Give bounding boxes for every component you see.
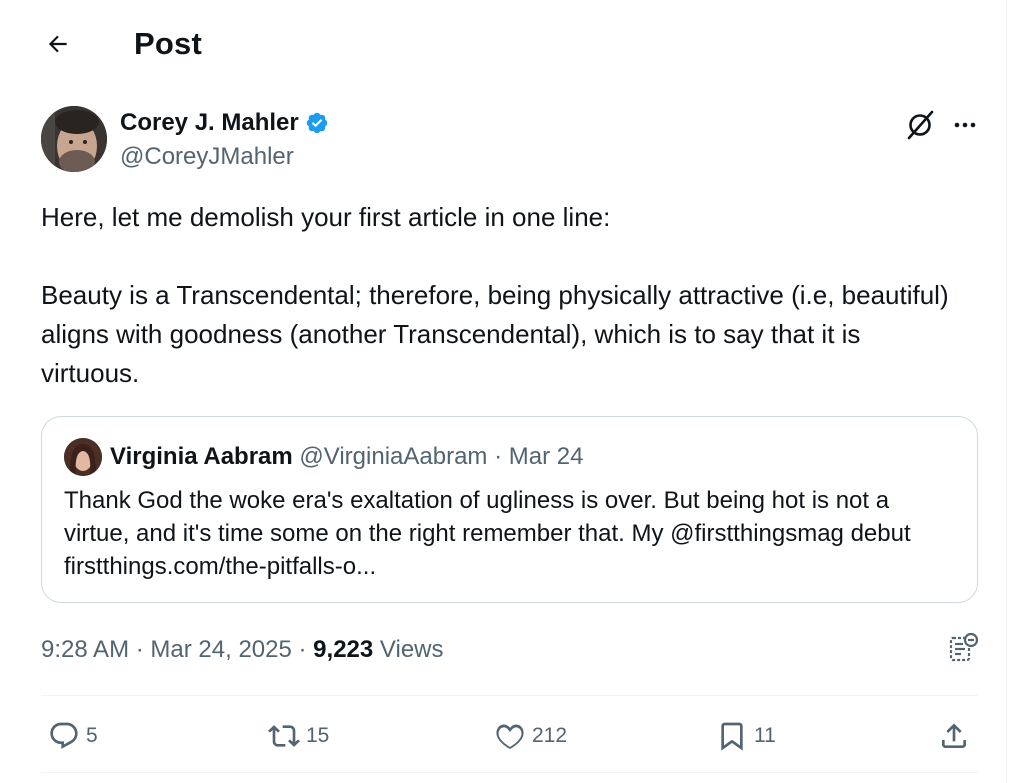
post-date[interactable]: Mar 24, 2025 [150, 636, 291, 663]
quote-author-name[interactable]: Virginia Aabram [110, 443, 293, 470]
back-button[interactable] [38, 24, 78, 64]
views-label: Views [379, 636, 444, 663]
like-count: 212 [532, 724, 568, 747]
reply-count: 5 [86, 724, 98, 747]
meta-separator: · [135, 636, 144, 663]
grok-icon [907, 110, 934, 140]
repost-button[interactable]: 15 [268, 716, 329, 756]
repost-count: 15 [306, 724, 330, 747]
avatar-image [41, 106, 107, 172]
post-time[interactable]: 9:28 AM [41, 636, 129, 663]
analytics-icon [949, 632, 979, 662]
divider [41, 695, 978, 696]
quote-author-handle[interactable]: @VirginiaAabram [299, 443, 487, 470]
more-icon [954, 122, 976, 128]
grok-button[interactable] [903, 108, 937, 142]
author-name-text: Corey J. Mahler [120, 109, 299, 136]
views-count: 9,223 [313, 636, 374, 663]
verified-badge-icon [306, 112, 327, 134]
quoted-post[interactable]: Virginia Aabram @VirginiaAabram · Mar 24… [41, 416, 978, 603]
author-name[interactable]: Corey J. Mahler [120, 108, 329, 138]
bookmark-count: 11 [754, 724, 776, 747]
like-icon [496, 724, 524, 749]
divider-bottom [41, 772, 978, 773]
post-text: Here, let me demolish your first article… [41, 202, 949, 388]
quote-separator: · [494, 443, 503, 470]
analytics-button[interactable] [945, 630, 981, 666]
quote-date[interactable]: Mar 24 [509, 443, 584, 470]
page-title: Post [134, 26, 202, 61]
meta-separator-2: · [298, 636, 307, 663]
post-meta: 9:28 AM · Mar 24, 2025 · 9,223 Views [41, 634, 444, 666]
like-button[interactable]: 212 [494, 716, 567, 756]
share-icon [942, 723, 966, 748]
quote-text: Thank God the woke era's exaltation of u… [64, 487, 911, 580]
share-button[interactable] [938, 716, 970, 756]
reply-button[interactable]: 5 [48, 716, 98, 756]
reply-icon [50, 722, 78, 749]
bookmark-icon [721, 722, 743, 751]
more-button[interactable] [948, 108, 982, 142]
header: Post [0, 0, 1006, 88]
author-handle[interactable]: @CoreyJMahler [120, 142, 294, 172]
quote-avatar [64, 438, 102, 476]
quote-avatar-image [64, 438, 102, 476]
post-page: Post Corey J. Mahler @CoreyJMahler Here,… [0, 0, 1007, 783]
repost-icon [268, 725, 300, 747]
bookmark-button[interactable]: 11 [716, 716, 776, 756]
avatar[interactable] [41, 106, 107, 172]
quote-header: Virginia Aabram @VirginiaAabram · Mar 24 [110, 441, 583, 473]
back-arrow-icon [48, 35, 67, 53]
